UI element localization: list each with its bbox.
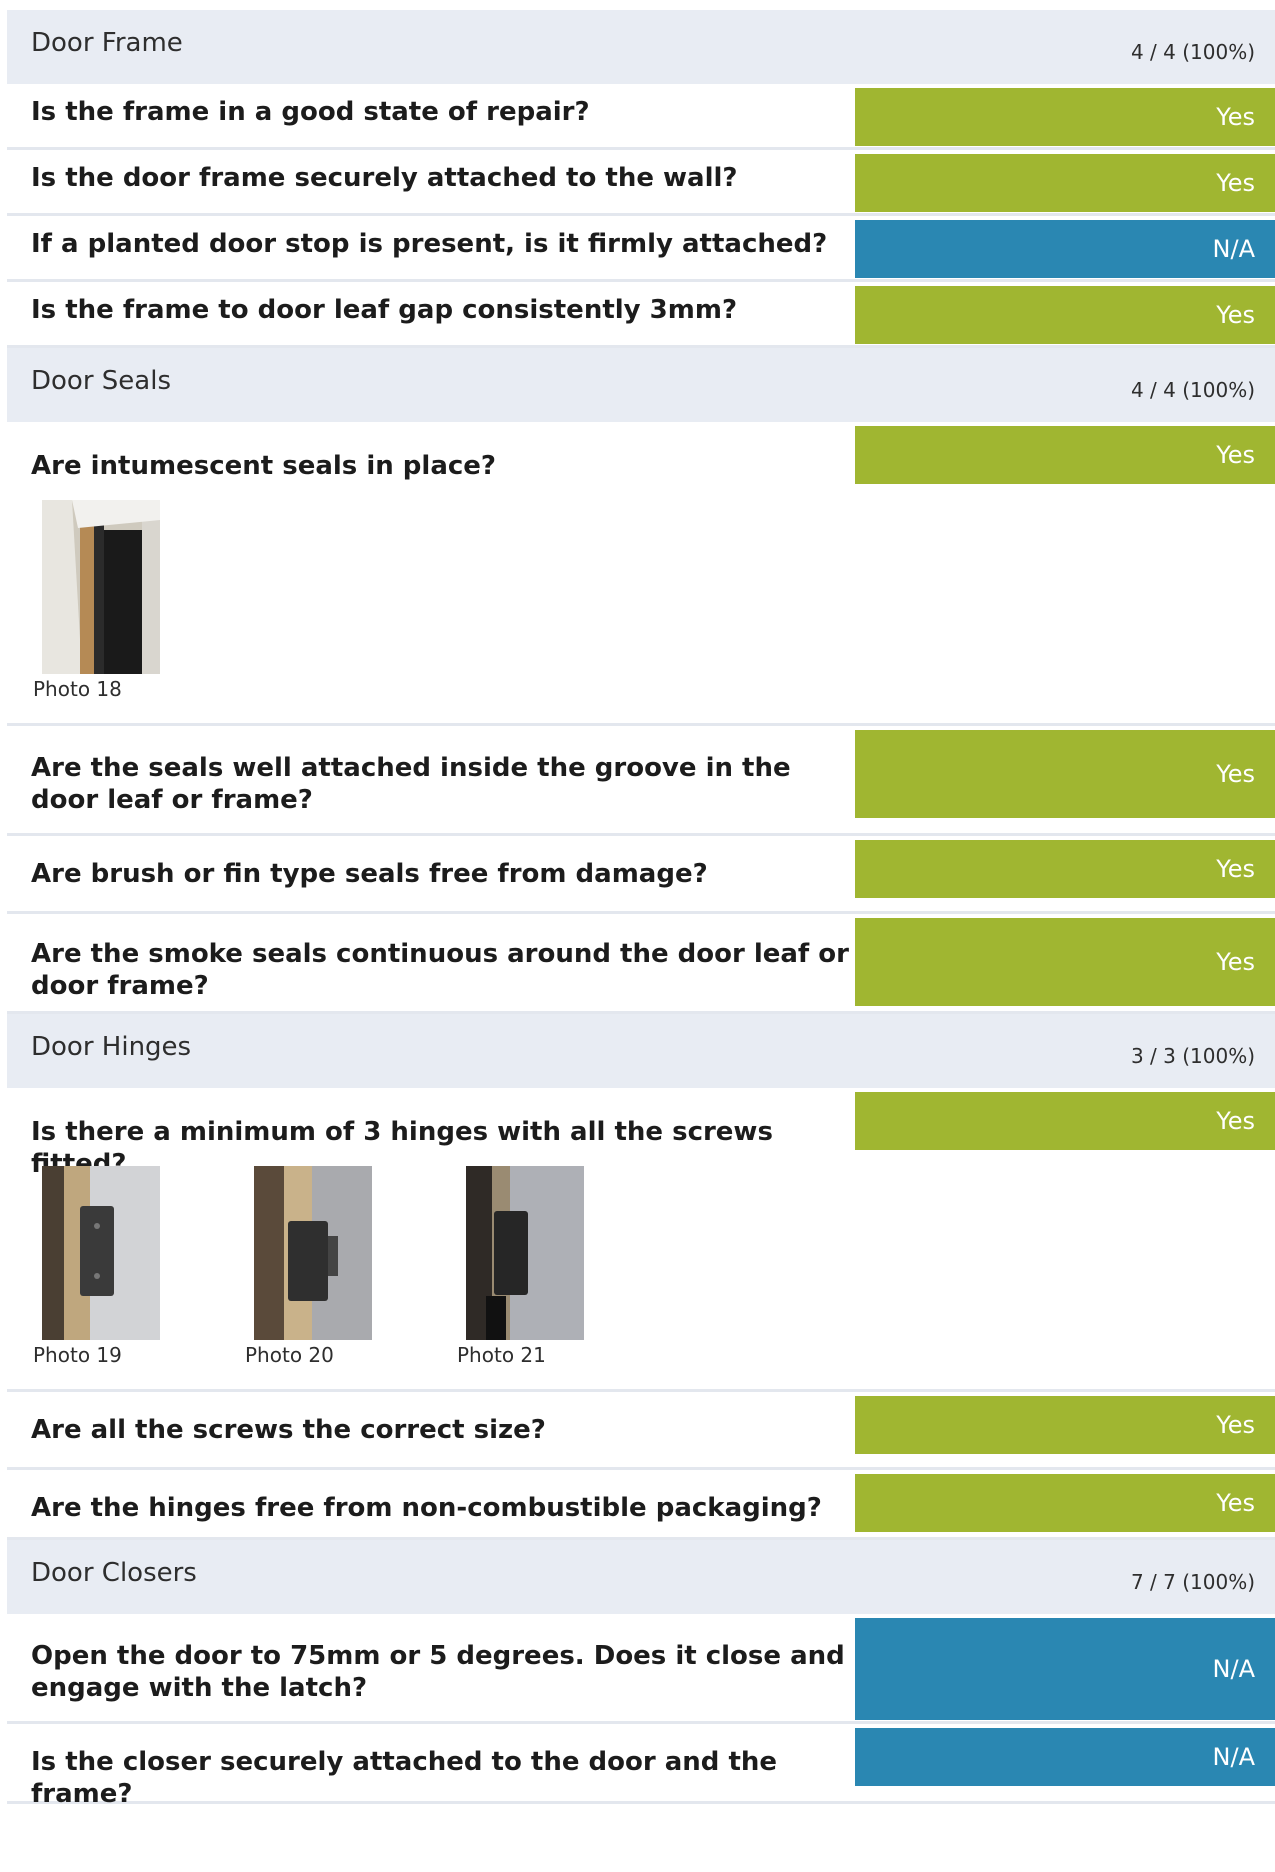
answer-badge: N/A	[855, 1728, 1275, 1786]
section-score: 3 / 3 (100%)	[1130, 1044, 1255, 1068]
photo-label: Photo 21	[457, 1343, 546, 1367]
question-row: Are intumescent seals in place? Yes Photo …	[7, 422, 1275, 726]
question-text: Open the door to 75mm or 5 degrees. Does…	[31, 1641, 845, 1703]
answer-badge: Yes	[855, 154, 1275, 212]
section-score: 4 / 4 (100%)	[1130, 40, 1255, 64]
answer-badge: Yes	[855, 918, 1275, 1006]
section-header: Door Hinges 3 / 3 (100%)	[7, 1014, 1275, 1088]
section-door-closers: Door Closers 7 / 7 (100%) Open the door to…	[7, 1540, 1275, 1809]
section-title: Door Hinges	[31, 1032, 192, 1062]
question-text: Is the door frame securely attached to t…	[31, 163, 738, 193]
section-title: Door Seals	[31, 366, 171, 396]
question-row: Is the frame in a good state of repair? Y…	[7, 84, 1275, 150]
section-header: Door Seals 4 / 4 (100%)	[7, 348, 1275, 422]
photo-thumbnail[interactable]	[254, 1166, 372, 1340]
answer-badge: Yes	[855, 1092, 1275, 1150]
inspection-report: Door Frame 4 / 4 (100%) Is the frame in a …	[7, 10, 1275, 1809]
question-row: Is there a minimum of 3 hinges with all …	[7, 1088, 1275, 1392]
section-header: Door Closers 7 / 7 (100%)	[7, 1540, 1275, 1614]
section-score: 4 / 4 (100%)	[1130, 378, 1255, 402]
photo-label: Photo 19	[33, 1343, 122, 1367]
question-text: If a planted door stop is present, is it…	[31, 229, 828, 259]
answer-badge: N/A	[855, 1618, 1275, 1720]
section-title: Door Frame	[31, 28, 183, 58]
section-door-seals: Door Seals 4 / 4 (100%) Are intumescent se…	[7, 348, 1275, 1014]
answer-badge: Yes	[855, 426, 1275, 484]
question-text: Are the hinges free from non-combustible…	[31, 1493, 822, 1523]
photo-label: Photo 18	[33, 677, 122, 701]
question-row: Is the closer securely attached to the d…	[7, 1724, 1275, 1809]
answer-badge: Yes	[855, 286, 1275, 344]
question-text: Are the smoke seals continuous around th…	[31, 939, 849, 1001]
question-row: Are all the screws the correct size? Yes	[7, 1392, 1275, 1470]
question-text: Is the frame to door leaf gap consistent…	[31, 295, 738, 325]
photo-thumbnail[interactable]	[466, 1166, 584, 1340]
section-score: 7 / 7 (100%)	[1130, 1570, 1255, 1594]
answer-badge: Yes	[855, 730, 1275, 818]
section-door-frame: Door Frame 4 / 4 (100%) Is the frame in a …	[7, 10, 1275, 348]
question-row: Is the door frame securely attached to t…	[7, 150, 1275, 216]
question-row: Are the smoke seals continuous around th…	[7, 914, 1275, 1014]
answer-badge: N/A	[855, 220, 1275, 278]
section-title: Door Closers	[31, 1558, 197, 1588]
section-header: Door Frame 4 / 4 (100%)	[7, 10, 1275, 84]
question-row: Is the frame to door leaf gap consistent…	[7, 282, 1275, 348]
question-row: Open the door to 75mm or 5 degrees. Does…	[7, 1614, 1275, 1724]
question-text: Are the seals well attached inside the g…	[31, 753, 791, 815]
answer-badge: Yes	[855, 1474, 1275, 1532]
question-text: Are all the screws the correct size?	[31, 1415, 546, 1445]
question-text: Are intumescent seals in place?	[31, 451, 496, 481]
question-text: Are brush or fin type seals free from da…	[31, 859, 708, 889]
photo-label: Photo 20	[245, 1343, 334, 1367]
answer-badge: Yes	[855, 1396, 1275, 1454]
answer-badge: Yes	[855, 88, 1275, 146]
question-row: Are the hinges free from non-combustible…	[7, 1470, 1275, 1540]
section-door-hinges: Door Hinges 3 / 3 (100%) Is there a minimu…	[7, 1014, 1275, 1540]
photo-thumbnail[interactable]	[42, 1166, 160, 1340]
photo-thumbnail[interactable]	[42, 500, 160, 674]
question-row: Are the seals well attached inside the g…	[7, 726, 1275, 836]
answer-badge: Yes	[855, 840, 1275, 898]
question-text: Is the closer securely attached to the d…	[31, 1747, 778, 1809]
question-text: Is the frame in a good state of repair?	[31, 97, 590, 127]
question-row: If a planted door stop is present, is it…	[7, 216, 1275, 282]
question-row: Are brush or fin type seals free from da…	[7, 836, 1275, 914]
